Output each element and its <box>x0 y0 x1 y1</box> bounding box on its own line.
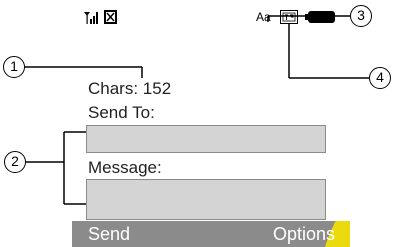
callout-1: 1 <box>3 56 25 78</box>
callout-lines <box>25 15 369 205</box>
callout-2: 2 <box>4 151 26 173</box>
callout-4: 4 <box>369 67 391 89</box>
phone-compose-diagram: Aa Chars: 152 Send To: Message: Send Opt… <box>0 0 393 247</box>
callout-3: 3 <box>350 5 372 27</box>
